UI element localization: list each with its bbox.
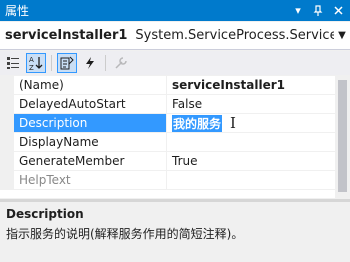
property-row-generatemember[interactable]: GenerateMember True: [0, 152, 335, 171]
property-row-delayedautostart[interactable]: DelayedAutoStart False: [0, 95, 335, 114]
property-pages-button[interactable]: [111, 53, 131, 73]
svg-text:Z: Z: [29, 64, 34, 71]
chevron-down-icon[interactable]: ▼: [334, 30, 350, 41]
property-row-description[interactable]: Description 我的服务 I: [0, 114, 335, 133]
property-grid: (Name) serviceInstaller1 DelayedAutoStar…: [0, 76, 335, 198]
property-row-name[interactable]: (Name) serviceInstaller1: [0, 76, 335, 95]
categorized-icon: [7, 57, 19, 69]
close-icon[interactable]: [330, 3, 346, 19]
description-pane: Description 指示服务的说明(解释服务作用的简短注释)。: [0, 199, 350, 262]
svg-text:A: A: [29, 56, 34, 64]
property-row-displayname[interactable]: DisplayName: [0, 133, 335, 152]
description-title: Description: [6, 207, 84, 221]
properties-toolbar: A Z: [0, 51, 350, 75]
property-value[interactable]: [167, 171, 335, 189]
property-value[interactable]: serviceInstaller1: [167, 76, 335, 94]
toolbar-separator: [51, 55, 52, 71]
text-cursor-icon: I: [230, 114, 236, 132]
property-name: Description: [14, 114, 167, 132]
object-selector[interactable]: serviceInstaller1 System.ServiceProcess.…: [0, 22, 350, 50]
property-value[interactable]: True: [167, 152, 335, 170]
description-text: 指示服务的说明(解释服务作用的简短注释)。: [6, 227, 244, 241]
selected-text[interactable]: 我的服务: [172, 114, 223, 132]
object-name: serviceInstaller1: [5, 28, 128, 43]
events-button[interactable]: [80, 53, 100, 73]
property-name: DelayedAutoStart: [14, 95, 167, 113]
scrollbar-thumb[interactable]: [338, 80, 347, 192]
property-row-helptext[interactable]: HelpText: [0, 171, 335, 190]
property-value-editor[interactable]: 我的服务 I: [167, 114, 335, 132]
properties-window-title-bar: 属性 ▾: [0, 0, 350, 21]
lightning-icon: [86, 57, 94, 69]
property-name: HelpText: [14, 171, 167, 189]
categorized-button[interactable]: [3, 53, 23, 73]
object-type: System.ServiceProcess.ServiceInstaller: [135, 28, 334, 43]
wrench-icon: [115, 57, 127, 69]
property-value[interactable]: False: [167, 95, 335, 113]
window-dropdown-icon[interactable]: ▾: [290, 3, 306, 19]
property-value[interactable]: [167, 133, 335, 151]
sort-alphabetical-icon: A Z: [29, 56, 43, 71]
properties-icon: [60, 56, 74, 70]
vertical-scrollbar[interactable]: [335, 76, 350, 198]
toolbar-separator: [105, 55, 106, 71]
property-name: DisplayName: [14, 133, 167, 151]
alphabetical-button[interactable]: A Z: [26, 53, 46, 73]
pin-icon[interactable]: [310, 3, 326, 19]
window-title: 属性: [5, 4, 30, 18]
property-name: (Name): [14, 76, 167, 94]
property-name: GenerateMember: [14, 152, 167, 170]
properties-button[interactable]: [57, 53, 77, 73]
